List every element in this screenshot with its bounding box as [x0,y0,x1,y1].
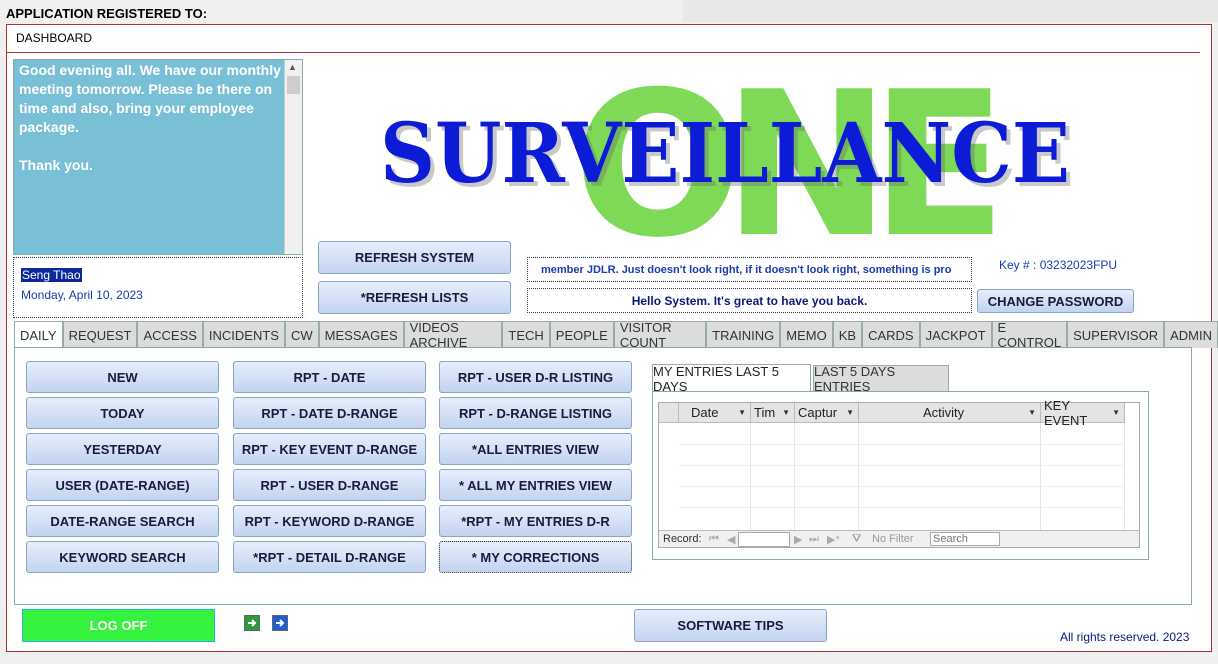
keyword-search-button[interactable]: KEYWORD SEARCH [26,541,219,573]
grid-column-time [751,423,795,531]
tab-visitor-count[interactable]: VISITOR COUNT [613,320,707,350]
no-filter-label[interactable]: No Filter [872,533,914,545]
message-scrollbar[interactable]: ▲ [284,60,302,254]
application-registered-label: APPLICATION REGISTERED TO: [6,6,208,21]
column-header-capture[interactable]: Captur ▼ [795,403,859,423]
column-date-label: Date [691,405,719,420]
rpt-detail-d-range-button[interactable]: *RPT - DETAIL D-RANGE [233,541,426,573]
tab-cards[interactable]: CARDS [862,321,920,348]
tab-incidents[interactable]: INCIDENTS [202,321,285,348]
sort-dropdown-icon[interactable]: ▼ [1112,408,1120,417]
column-header-time[interactable]: Tim ▼ [751,403,795,423]
sort-dropdown-icon[interactable]: ▼ [782,408,790,417]
all-entries-view-button[interactable]: *ALL ENTRIES VIEW [439,433,632,465]
column-capture-label: Captur [798,405,838,420]
column-time-label: Tim [754,405,776,420]
filter-icon: ⛛ [852,533,862,545]
tab-admin[interactable]: ADMIN [1164,321,1218,348]
grid-row-line [679,465,1125,466]
tab-request[interactable]: REQUEST [62,321,138,348]
grid-row-line [679,444,1125,445]
tab-people[interactable]: PEOPLE [549,321,614,348]
rpt-user-d-range-button[interactable]: RPT - USER D-RANGE [233,469,426,501]
tab-jackpot[interactable]: JACKPOT [919,321,992,348]
previous-record-icon[interactable]: ◀ [727,533,735,546]
record-label: Record: [663,533,702,545]
ticker-text: member JDLR. Just doesn't look right, if… [541,264,951,276]
tab-kb[interactable]: KB [832,321,863,348]
column-header-key-event[interactable]: KEY EVENT ▼ [1041,398,1125,428]
grid-column-capture [795,423,859,531]
sort-dropdown-icon[interactable]: ▼ [1028,408,1036,417]
title-strip [683,0,1218,22]
tab-last-5-days-entries[interactable]: LAST 5 DAYS ENTRIES [813,364,949,394]
copyright-text: All rights reserved. 2023 [1060,630,1190,644]
all-my-entries-view-button[interactable]: * ALL MY ENTRIES VIEW [439,469,632,501]
grid-column-key-event [1041,423,1125,531]
grid-column-date [679,423,751,531]
rpt-date-d-range-button[interactable]: RPT - DATE D-RANGE [233,397,426,429]
date-range-search-button[interactable]: DATE-RANGE SEARCH [26,505,219,537]
tab-videos-archive[interactable]: VIDEOS ARCHIVE [403,320,503,350]
tab-access[interactable]: ACCESS [137,321,203,348]
record-navigation-bar: Record: ⏮ ◀ ▶ ⏭ ▶* ⛛ No Filter [659,530,1139,547]
entries-datasheet[interactable]: Date ▼ Tim ▼ Captur ▼ Activity ▼ KEY EVENT ▼ [658,398,1140,548]
tab-supervisor[interactable]: SUPERVISOR [1067,321,1165,348]
form-title: DASHBOARD [16,31,93,45]
main-tab-bar: DAILY REQUEST ACCESS INCIDENTS CW MESSAGES VID… [14,320,1218,350]
rpt-user-d-r-listing-button[interactable]: RPT - USER D-R LISTING [439,361,632,393]
forward-arrow-icon[interactable] [272,615,288,631]
refresh-system-button[interactable]: REFRESH SYSTEM [318,241,511,274]
tab-e-control[interactable]: E CONTROL [991,320,1068,350]
message-text: Good evening all. We have our monthly me… [19,62,281,173]
title-divider [6,52,1200,53]
current-record-field[interactable] [738,532,790,547]
new-record-icon[interactable]: ▶* [827,533,840,546]
grid-row-line [679,486,1125,487]
column-activity-label: Activity [922,405,965,420]
license-key: Key # : 03232023FPU [999,258,1118,272]
sort-dropdown-icon[interactable]: ▼ [738,408,746,417]
tab-my-entries-last-5-days[interactable]: MY ENTRIES LAST 5 DAYS [652,364,811,394]
scroll-up-icon[interactable]: ▲ [288,62,297,72]
rpt-d-range-listing-button[interactable]: RPT - D-RANGE LISTING [439,397,632,429]
tab-daily[interactable]: DAILY [14,321,63,349]
column-header-date[interactable]: Date ▼ [679,403,751,423]
software-tips-button[interactable]: SOFTWARE TIPS [634,609,827,642]
tab-tech[interactable]: TECH [502,321,550,348]
scroll-thumb[interactable] [287,76,300,94]
yesterday-button[interactable]: YESTERDAY [26,433,219,465]
next-record-icon[interactable]: ▶ [794,533,802,546]
tab-training[interactable]: TRAINING [706,321,781,348]
logo-surveillance-text: SURVEILLANCE [380,106,1070,202]
rpt-date-button[interactable]: RPT - DATE [233,361,426,393]
column-header-activity[interactable]: Activity ▼ [859,403,1041,423]
today-button[interactable]: TODAY [26,397,219,429]
tab-memo[interactable]: MEMO [780,321,833,348]
surveillance-one-logo: ONE SURVEILLANCE SURVEILLANCE [380,54,1074,244]
new-button[interactable]: NEW [26,361,219,393]
grid-column-activity [859,423,1041,531]
change-password-button[interactable]: CHANGE PASSWORD [977,289,1134,313]
log-off-button[interactable]: LOG OFF [22,609,215,642]
refresh-lists-button[interactable]: *REFRESH LISTS [318,281,511,314]
tab-cw[interactable]: CW [284,321,319,348]
sort-dropdown-icon[interactable]: ▼ [846,408,854,417]
message-date: Monday, April 10, 2023 [21,288,143,302]
tab-messages[interactable]: MESSAGES [318,321,404,348]
grid-row-line [679,507,1125,508]
my-corrections-button[interactable]: * MY CORRECTIONS [439,541,632,573]
user-date-range-button[interactable]: USER (DATE-RANGE) [26,469,219,501]
rpt-keyword-d-range-button[interactable]: RPT - KEYWORD D-RANGE [233,505,426,537]
message-author: Seng Thao [21,268,82,282]
exit-arrow-icon[interactable] [244,615,260,631]
search-input[interactable] [930,532,1000,546]
rpt-key-event-d-range-button[interactable]: RPT - KEY EVENT D-RANGE [233,433,426,465]
first-record-icon[interactable]: ⏮ [709,533,719,546]
rpt-my-entries-d-r-button[interactable]: *RPT - MY ENTRIES D-R [439,505,632,537]
last-record-icon[interactable]: ⏭ [809,533,819,546]
row-selector-header[interactable] [659,403,679,423]
greeting-text: Hello System. It's great to have you bac… [527,288,972,313]
